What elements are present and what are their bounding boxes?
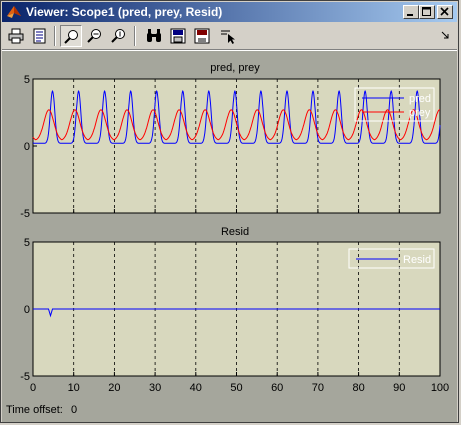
- axes-title: Resid: [221, 226, 249, 238]
- zoom-button[interactable]: [60, 25, 82, 47]
- parameters-icon: [33, 28, 46, 44]
- legend-label-pred: pred: [409, 93, 431, 105]
- maximize-icon: [422, 7, 431, 16]
- print-button[interactable]: [5, 25, 27, 47]
- title-bar[interactable]: Viewer: Scope1 (pred, prey, Resid): [2, 2, 457, 22]
- minimize-icon: [407, 14, 413, 16]
- y-tick-label: 5: [24, 237, 30, 249]
- y-tick-label: 5: [24, 74, 30, 86]
- save-axes-button[interactable]: [167, 25, 189, 47]
- x-tick-label: 70: [312, 382, 324, 394]
- scope-viewer-window: Viewer: Scope1 (pred, prey, Resid) pred,…: [0, 0, 459, 423]
- restore-axes-icon: [194, 28, 210, 44]
- axes-pred-prey[interactable]: pred, prey -5 0 5 pred prey: [20, 62, 441, 220]
- parameters-button[interactable]: [29, 25, 51, 47]
- x-tick-label: 0: [30, 382, 36, 394]
- zoom-icon: [64, 30, 78, 44]
- autoscale-icon: [147, 29, 161, 42]
- legend-label-resid: Resid: [403, 254, 431, 266]
- maximize-button[interactable]: [419, 5, 435, 19]
- x-tick-label: 90: [393, 382, 405, 394]
- save-axes-icon: [170, 28, 186, 44]
- toolbar-separator: [134, 26, 136, 46]
- y-tick-label: -5: [20, 371, 30, 383]
- x-tick-label: 20: [108, 382, 120, 394]
- toolbar: [2, 23, 457, 50]
- window-title: Viewer: Scope1 (pred, prey, Resid): [26, 5, 223, 19]
- autoscale-button[interactable]: [143, 25, 165, 47]
- toolbar-separator: [54, 26, 56, 46]
- select-signals-button[interactable]: [217, 25, 239, 47]
- y-tick-label: 0: [24, 304, 30, 316]
- y-tick-label: 0: [24, 141, 30, 153]
- x-tick-label: 80: [352, 382, 364, 394]
- axes-title: pred, prey: [210, 62, 260, 74]
- x-tick-labels: 0 10 20 30 40 50 60 70 80 90 100: [30, 382, 449, 394]
- x-tick-label: 60: [271, 382, 283, 394]
- minimize-button[interactable]: [403, 5, 419, 19]
- print-icon: [8, 28, 24, 44]
- x-tick-label: 50: [230, 382, 242, 394]
- scope-plots: pred, prey -505 pred prey Resid -505 0 1…: [20, 62, 449, 394]
- close-icon: [440, 7, 449, 16]
- dock-arrow-icon: [441, 31, 449, 39]
- x-tick-label: 10: [68, 382, 80, 394]
- plot-area: pred, prey -505 pred prey Resid -505: [2, 51, 457, 422]
- close-button[interactable]: [437, 5, 453, 19]
- dock-button[interactable]: [439, 25, 455, 47]
- restore-axes-button[interactable]: [191, 25, 213, 47]
- x-tick-label: 40: [190, 382, 202, 394]
- time-offset-label: Time offset:: [6, 404, 63, 416]
- matlab-logo-icon: [7, 6, 21, 18]
- zoom-y-button[interactable]: [108, 25, 130, 47]
- zoom-x-icon: [87, 29, 101, 43]
- legend-label-prey: prey: [409, 107, 431, 119]
- x-tick-label: 100: [431, 382, 449, 394]
- select-signals-icon: [221, 30, 235, 44]
- time-offset-value: 0: [71, 404, 78, 416]
- zoom-x-button[interactable]: [84, 25, 106, 47]
- zoom-y-icon: [111, 29, 125, 43]
- y-tick-label: -5: [20, 208, 30, 220]
- axes-resid[interactable]: Resid -505 0 10 20 30 40 50 60 70 80 90 100 Resid: [20, 226, 449, 394]
- x-tick-label: 30: [149, 382, 161, 394]
